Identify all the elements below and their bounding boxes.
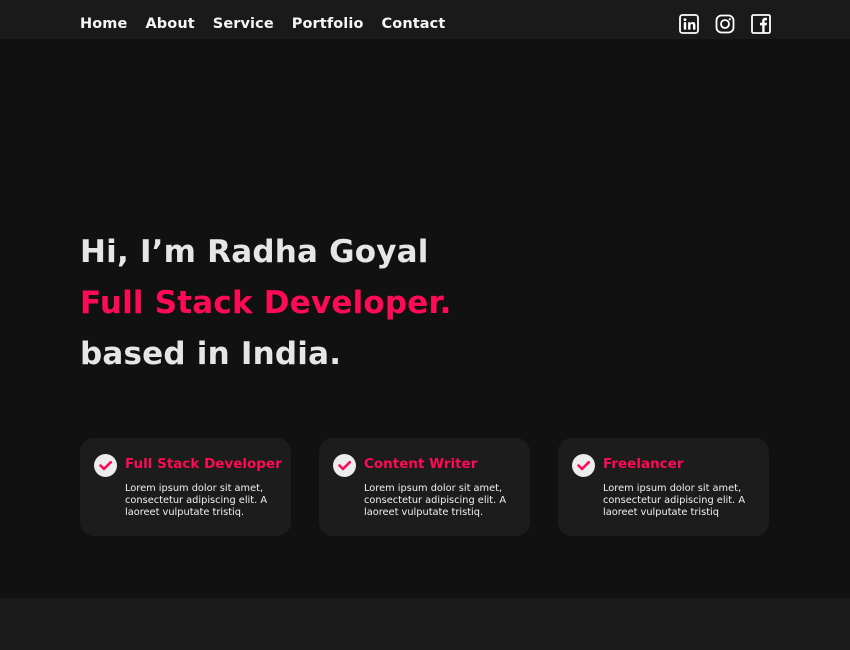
service-card-freelancer: Freelancer Lorem ipsum dolor sit amet, c… xyxy=(558,438,769,536)
facebook-icon[interactable] xyxy=(751,14,771,34)
nav-links: Home About Service Portfolio Contact xyxy=(80,14,463,34)
nav-link-service[interactable]: Service xyxy=(213,14,274,34)
hero-greeting: Hi, I’m Radha Goyal xyxy=(80,234,429,270)
card-title: Freelancer xyxy=(603,456,684,472)
card-description: Lorem ipsum dolor sit amet, consectetur … xyxy=(364,483,507,518)
card-description: Lorem ipsum dolor sit amet, consectetur … xyxy=(603,483,746,518)
nav-link-home[interactable]: Home xyxy=(80,14,127,34)
portfolio-page: Home About Service Portfolio Contact Hi,… xyxy=(0,0,850,650)
next-section-band xyxy=(0,598,850,650)
check-circle-icon xyxy=(572,454,595,477)
instagram-icon[interactable] xyxy=(715,14,735,34)
check-circle-icon xyxy=(94,454,117,477)
card-title: Full Stack Developer xyxy=(125,456,282,472)
nav-link-about[interactable]: About xyxy=(145,14,194,34)
check-circle-icon xyxy=(333,454,356,477)
hero-location: based in India. xyxy=(80,336,342,372)
nav-link-contact[interactable]: Contact xyxy=(382,14,446,34)
service-card-content-writer: Content Writer Lorem ipsum dolor sit ame… xyxy=(319,438,530,536)
nav-link-portfolio[interactable]: Portfolio xyxy=(292,14,364,34)
card-title: Content Writer xyxy=(364,456,478,472)
card-description: Lorem ipsum dolor sit amet, consectetur … xyxy=(125,483,268,518)
linkedin-icon[interactable] xyxy=(679,14,699,34)
hero-role: Full Stack Developer. xyxy=(80,285,452,321)
service-card-full-stack: Full Stack Developer Lorem ipsum dolor s… xyxy=(80,438,291,536)
top-navbar: Home About Service Portfolio Contact xyxy=(0,0,850,39)
